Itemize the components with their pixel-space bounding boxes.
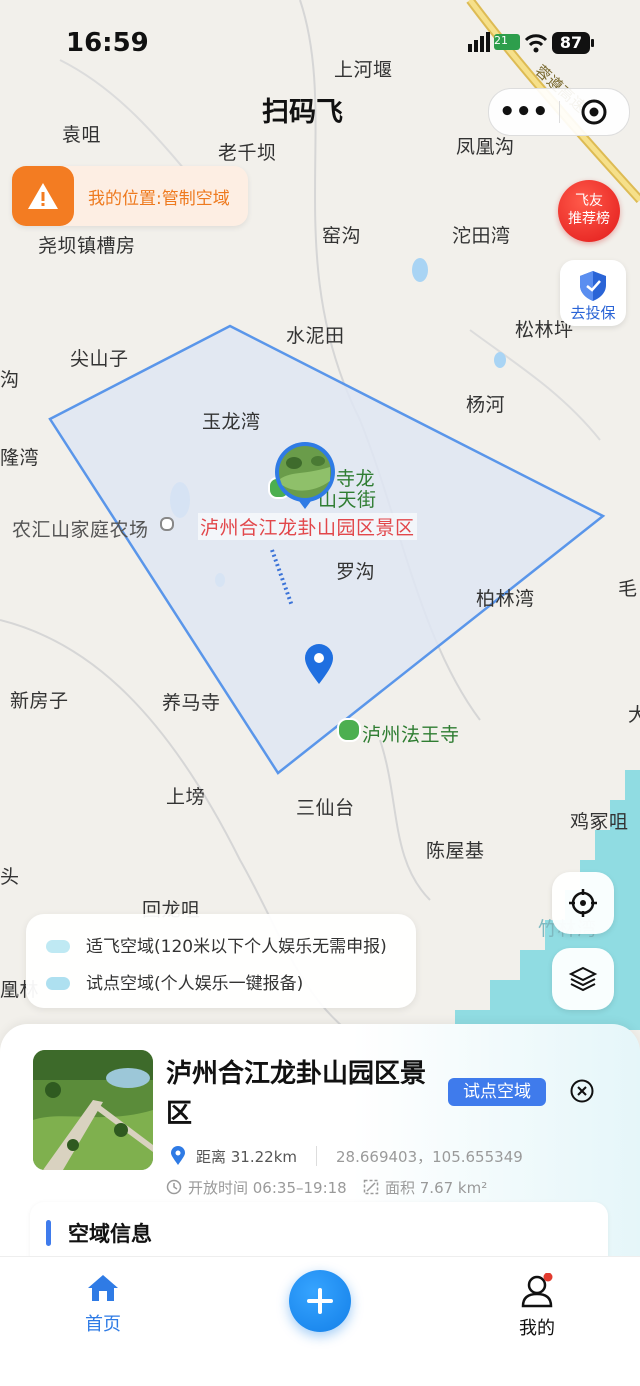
airspace-type-badge: 试点空域 bbox=[448, 1078, 546, 1106]
layers-icon bbox=[568, 966, 598, 992]
warning-icon bbox=[12, 166, 74, 226]
place-label: 罗沟 bbox=[336, 561, 376, 583]
place-label: 隆湾 bbox=[0, 447, 40, 469]
place-label: 鸡冢咀 bbox=[570, 811, 629, 833]
miniapp-capsule: ••• bbox=[488, 88, 630, 136]
place-label: 上河堰 bbox=[334, 59, 393, 81]
user-icon bbox=[521, 1272, 553, 1308]
add-button[interactable] bbox=[289, 1270, 351, 1332]
legend-item: 试点空域(个人娱乐一键报备) bbox=[46, 969, 303, 994]
place-label: 玉龙湾 bbox=[202, 411, 261, 433]
place-label: 陈屋基 bbox=[426, 840, 485, 862]
shield-icon bbox=[580, 271, 606, 301]
rank-line2: 推荐榜 bbox=[568, 211, 610, 227]
legend-label: 适飞空域(120米以下个人娱乐无需申报) bbox=[86, 937, 387, 957]
place-label: 三仙台 bbox=[296, 797, 355, 819]
legend-item: 适飞空域(120米以下个人娱乐无需申报) bbox=[46, 932, 387, 957]
place-label: 沱田湾 bbox=[452, 225, 511, 247]
status-time: 16:59 bbox=[66, 28, 149, 58]
place-label: 沟 bbox=[0, 369, 20, 391]
close-miniapp-button[interactable] bbox=[560, 98, 630, 126]
location-icon bbox=[171, 1146, 185, 1165]
warning-text: 我的位置:管制空域 bbox=[88, 189, 230, 209]
plus-icon bbox=[307, 1288, 333, 1314]
home-icon bbox=[88, 1275, 118, 1301]
battery-tip bbox=[591, 39, 594, 47]
battery-indicator: 87 bbox=[552, 32, 590, 54]
crosshair-icon bbox=[569, 889, 597, 917]
place-label: 凤凰沟 bbox=[456, 136, 515, 158]
selected-place-label: 泸州合江龙卦山园区景区 bbox=[198, 513, 417, 540]
clock-icon bbox=[166, 1179, 182, 1195]
tab-mine[interactable]: 我的 bbox=[506, 1272, 568, 1340]
temple-poi-icon[interactable] bbox=[337, 718, 361, 742]
place-label: 新房子 bbox=[10, 690, 69, 712]
tab-home[interactable]: 首页 bbox=[72, 1273, 134, 1336]
place-label: 水泥田 bbox=[286, 325, 345, 347]
place-label: 毛 bbox=[618, 578, 638, 600]
map-layers-button[interactable] bbox=[552, 948, 614, 1010]
legend-swatch bbox=[46, 977, 70, 990]
close-icon[interactable] bbox=[570, 1079, 594, 1103]
legend-label: 试点空域(个人娱乐一键报备) bbox=[86, 974, 304, 994]
place-label: 头 bbox=[0, 866, 20, 888]
photo-marker-icon bbox=[275, 442, 335, 509]
place-label: 袁咀 bbox=[62, 124, 102, 146]
place-thumbnail[interactable] bbox=[33, 1050, 153, 1170]
rank-line1: 飞友 bbox=[575, 193, 603, 209]
place-label: 农汇山家庭农场 bbox=[12, 519, 149, 541]
farm-poi-icon[interactable] bbox=[160, 517, 174, 531]
flyer-ranking-button[interactable]: 飞友 推荐榜 bbox=[558, 180, 620, 242]
place-label: 尖山子 bbox=[70, 348, 129, 370]
place-label: 柏林湾 bbox=[476, 588, 535, 610]
location-pin-icon[interactable] bbox=[303, 643, 335, 685]
place-label: 杨河 bbox=[466, 394, 506, 416]
insurance-button[interactable]: 去投保 bbox=[560, 260, 626, 326]
place-label: 老千坝 bbox=[218, 142, 277, 164]
place-photo bbox=[33, 1050, 153, 1170]
area-text: 面积 7.67 km² bbox=[385, 1179, 488, 1197]
signal-wifi-icon bbox=[468, 32, 548, 53]
place-name: 泸州合江龙卦山园区景区 bbox=[166, 1059, 427, 1129]
place-photo-marker[interactable] bbox=[274, 441, 336, 509]
signal-tag: 21 bbox=[494, 34, 508, 47]
section-accent-bar bbox=[46, 1220, 51, 1246]
place-label: 窑沟 bbox=[322, 225, 362, 247]
location-warning-banner[interactable]: 我的位置:管制空域 bbox=[12, 166, 248, 226]
area-icon bbox=[363, 1179, 379, 1195]
coordinates-text: 28.669403，105.655349 bbox=[336, 1148, 523, 1166]
target-icon bbox=[581, 99, 607, 125]
place-label: 大 bbox=[628, 704, 640, 726]
section-title: 空域信息 bbox=[68, 1222, 152, 1246]
place-label: 尧坝镇槽房 bbox=[38, 235, 136, 257]
insurance-label: 去投保 bbox=[570, 304, 616, 322]
place-label: 上塝 bbox=[166, 786, 206, 808]
tab-home-label: 首页 bbox=[85, 1314, 121, 1335]
meta-divider bbox=[316, 1146, 317, 1166]
page-title: 扫码飞 bbox=[262, 97, 343, 128]
legend-swatch bbox=[46, 940, 70, 953]
distance-text: 距离 31.22km bbox=[196, 1148, 298, 1166]
place-label: 泸州法王寺 bbox=[362, 724, 460, 746]
place-label: 养马寺 bbox=[162, 692, 221, 714]
tab-mine-label: 我的 bbox=[519, 1318, 555, 1339]
locate-me-button[interactable] bbox=[552, 872, 614, 934]
more-menu-button[interactable]: ••• bbox=[489, 99, 559, 125]
airspace-legend: 适飞空域(120米以下个人娱乐无需申报) 试点空域(个人娱乐一键报备) bbox=[26, 914, 416, 1008]
open-time-text: 开放时间 06:35–19:18 bbox=[188, 1179, 347, 1197]
